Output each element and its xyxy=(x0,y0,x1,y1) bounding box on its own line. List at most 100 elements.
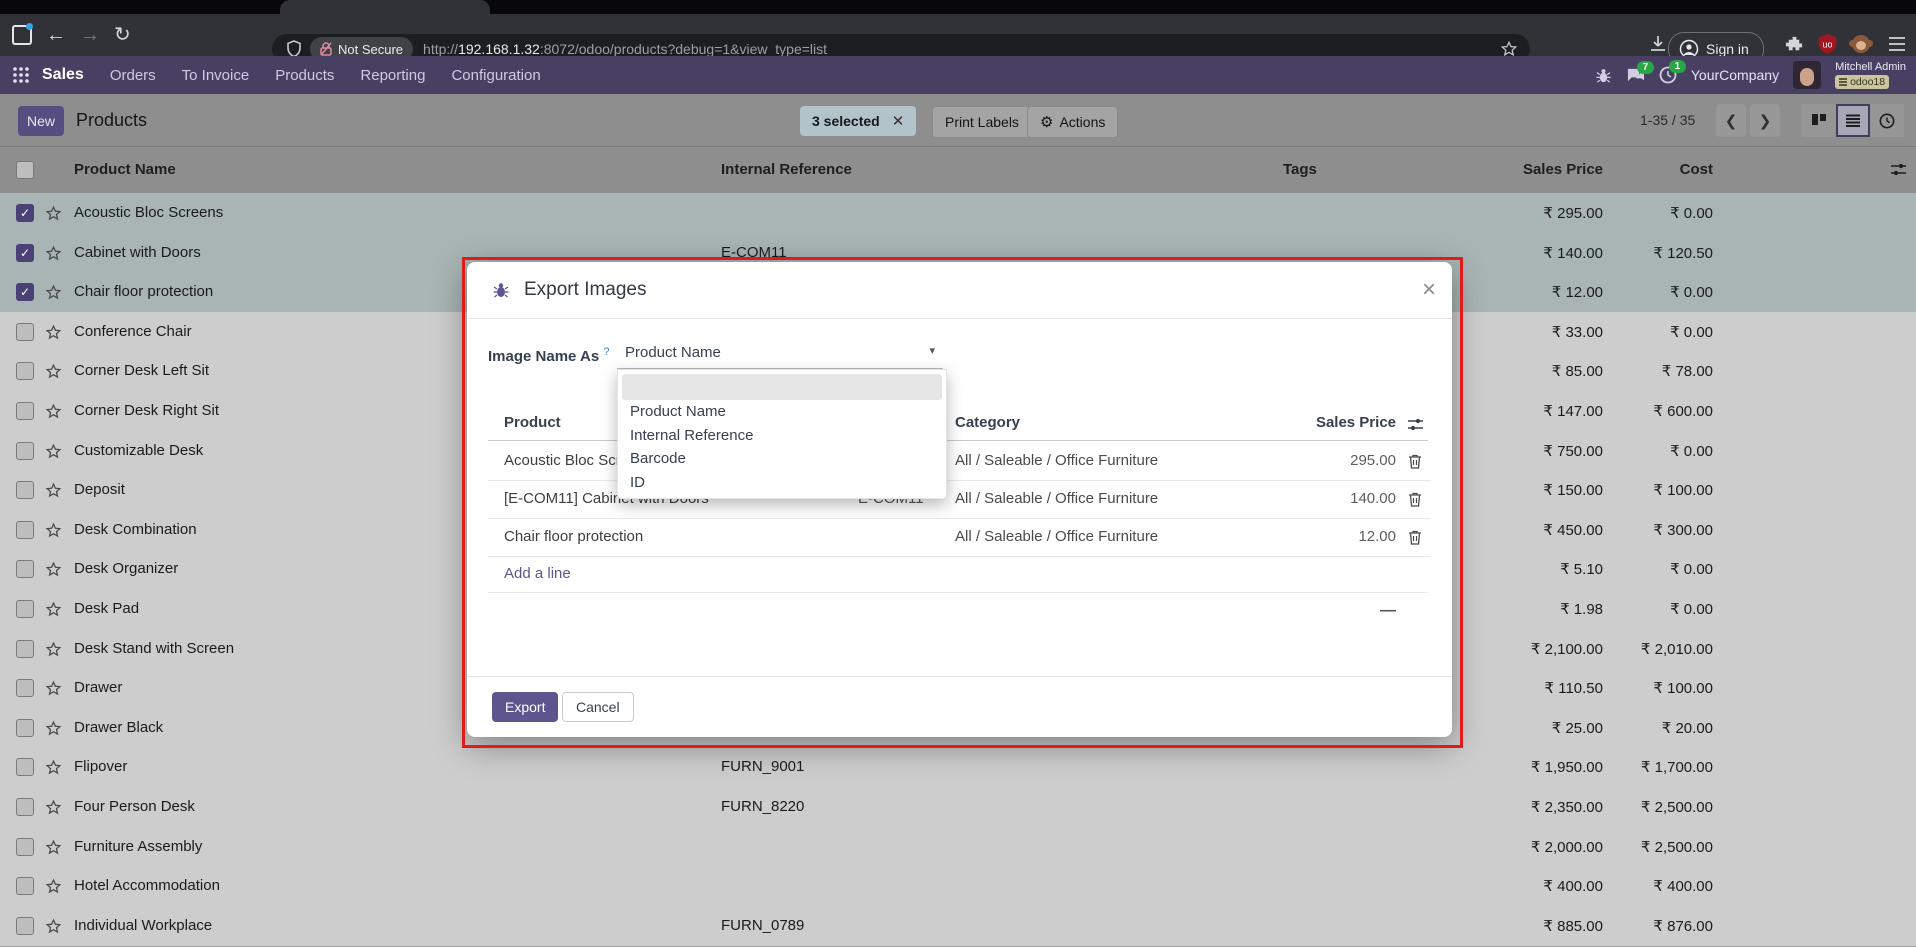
favorite-star-icon[interactable] xyxy=(45,918,62,935)
favorite-star-icon[interactable] xyxy=(45,680,62,697)
col-cost[interactable]: Cost xyxy=(1593,161,1713,178)
list-view-icon[interactable] xyxy=(1836,104,1870,137)
help-icon[interactable]: ? xyxy=(603,346,609,358)
menu-icon[interactable] xyxy=(1888,36,1906,52)
row-checkbox[interactable] xyxy=(16,600,34,618)
favorite-star-icon[interactable] xyxy=(45,284,62,301)
favorite-star-icon[interactable] xyxy=(45,799,62,816)
row-checkbox[interactable] xyxy=(16,402,34,420)
col-internal-reference[interactable]: Internal Reference xyxy=(721,161,852,178)
messages-icon[interactable]: 7 xyxy=(1626,67,1645,84)
menu-products[interactable]: Products xyxy=(275,67,334,84)
extension-icon[interactable] xyxy=(1785,35,1804,54)
monkey-extension-icon[interactable] xyxy=(1852,35,1870,53)
add-a-line-link[interactable]: Add a line xyxy=(504,565,571,582)
row-checkbox[interactable] xyxy=(16,679,34,697)
row-checkbox[interactable] xyxy=(16,481,34,499)
favorite-star-icon[interactable] xyxy=(45,601,62,618)
row-checkbox[interactable] xyxy=(16,719,34,737)
download-icon[interactable] xyxy=(1648,34,1668,54)
forward-arrow[interactable]: → xyxy=(80,14,100,56)
pager-prev-button[interactable]: ❮ xyxy=(1716,104,1746,137)
row-checkbox[interactable] xyxy=(16,798,34,816)
menu-reporting[interactable]: Reporting xyxy=(360,67,425,84)
favorite-star-icon[interactable] xyxy=(45,720,62,737)
row-checkbox[interactable] xyxy=(16,521,34,539)
export-button[interactable]: Export xyxy=(492,692,558,722)
row-checkbox[interactable] xyxy=(16,838,34,856)
actions-button[interactable]: ⚙ Actions xyxy=(1027,106,1118,138)
app-name[interactable]: Sales xyxy=(42,66,84,84)
delete-row-icon[interactable] xyxy=(1408,492,1422,507)
row-checkbox[interactable] xyxy=(16,917,34,935)
delete-row-icon[interactable] xyxy=(1408,530,1422,545)
close-icon[interactable]: × xyxy=(1422,276,1436,304)
avatar[interactable] xyxy=(1793,61,1821,89)
adjust-columns-icon[interactable] xyxy=(1890,162,1907,177)
selection-chip[interactable]: 3 selected ✕ xyxy=(800,106,916,136)
table-row[interactable]: Individual WorkplaceFURN_0789₹ 885.00₹ 8… xyxy=(0,906,1916,947)
favorite-star-icon[interactable] xyxy=(45,561,62,578)
image-name-as-select[interactable]: Product Name ▾ xyxy=(617,338,943,369)
col-product-name[interactable]: Product Name xyxy=(74,161,176,178)
optional-columns-icon[interactable] xyxy=(1407,417,1424,432)
dropdown-option[interactable]: Internal Reference xyxy=(630,427,753,444)
menu-to-invoice[interactable]: To Invoice xyxy=(182,67,250,84)
col-sales-price[interactable]: Sales Price xyxy=(1453,161,1603,178)
table-row[interactable]: ✓Acoustic Bloc Screens₹ 295.00₹ 0.00 xyxy=(0,193,1916,234)
apps-grid-icon[interactable] xyxy=(12,66,30,84)
row-checkbox[interactable] xyxy=(16,442,34,460)
adblock-shield-icon[interactable]: uo xyxy=(1818,34,1837,54)
favorite-star-icon[interactable] xyxy=(45,245,62,262)
back-arrow[interactable]: ← xyxy=(46,14,66,56)
delete-row-icon[interactable] xyxy=(1408,454,1422,469)
row-checkbox[interactable] xyxy=(16,560,34,578)
row-checkbox[interactable] xyxy=(16,323,34,341)
favorite-star-icon[interactable] xyxy=(45,363,62,380)
dropdown-option[interactable]: ID xyxy=(630,474,645,491)
table-row[interactable]: FlipoverFURN_9001₹ 1,950.00₹ 1,700.00 xyxy=(0,747,1916,788)
company-switcher[interactable]: YourCompany xyxy=(1691,67,1779,83)
favorite-star-icon[interactable] xyxy=(45,403,62,420)
menu-orders[interactable]: Orders xyxy=(110,67,156,84)
activities-icon[interactable]: 1 xyxy=(1659,66,1677,84)
row-checkbox[interactable] xyxy=(16,877,34,895)
favorite-star-icon[interactable] xyxy=(45,878,62,895)
table-row[interactable]: Furniture Assembly₹ 2,000.00₹ 2,500.00 xyxy=(0,827,1916,868)
select-all-checkbox[interactable] xyxy=(16,161,34,179)
dropdown-option-empty[interactable] xyxy=(622,374,942,400)
activity-view-icon[interactable] xyxy=(1870,104,1904,137)
row-checkbox[interactable]: ✓ xyxy=(16,244,34,262)
favorite-star-icon[interactable] xyxy=(45,443,62,460)
favorite-star-icon[interactable] xyxy=(45,759,62,776)
favorite-star-icon[interactable] xyxy=(45,205,62,222)
browser-active-tab[interactable] xyxy=(280,0,490,14)
favorite-star-icon[interactable] xyxy=(45,641,62,658)
user-menu[interactable]: Mitchell Admin odoo18 xyxy=(1835,61,1906,89)
url-text[interactable]: http://192.168.1.32:8072/odoo/products?d… xyxy=(423,41,827,57)
reload-icon[interactable]: ↻ xyxy=(114,14,131,56)
row-checkbox[interactable] xyxy=(16,758,34,776)
cancel-button[interactable]: Cancel xyxy=(562,692,634,722)
kanban-view-icon[interactable] xyxy=(1802,104,1836,137)
dropdown-option[interactable]: Barcode xyxy=(630,450,686,467)
pager-next-button[interactable]: ❯ xyxy=(1750,104,1780,137)
row-checkbox[interactable]: ✓ xyxy=(16,283,34,301)
table-row[interactable]: Hotel Accommodation₹ 400.00₹ 400.00 xyxy=(0,866,1916,907)
debug-bug-icon[interactable] xyxy=(1595,67,1612,84)
new-button[interactable]: New xyxy=(18,106,64,136)
dropdown-option[interactable]: Product Name xyxy=(630,403,726,420)
menu-configuration[interactable]: Configuration xyxy=(451,67,540,84)
modal-table-row[interactable]: Chair floor protectionAll / Saleable / O… xyxy=(488,518,1431,557)
col-tags[interactable]: Tags xyxy=(1283,161,1317,178)
row-checkbox[interactable] xyxy=(16,640,34,658)
print-labels-button[interactable]: Print Labels xyxy=(932,106,1032,138)
favorite-star-icon[interactable] xyxy=(45,839,62,856)
row-checkbox[interactable]: ✓ xyxy=(16,204,34,222)
window-icon[interactable] xyxy=(12,25,32,45)
favorite-star-icon[interactable] xyxy=(45,482,62,499)
favorite-star-icon[interactable] xyxy=(45,522,62,539)
row-checkbox[interactable] xyxy=(16,362,34,380)
clear-selection-icon[interactable]: ✕ xyxy=(892,112,905,130)
favorite-star-icon[interactable] xyxy=(45,324,62,341)
